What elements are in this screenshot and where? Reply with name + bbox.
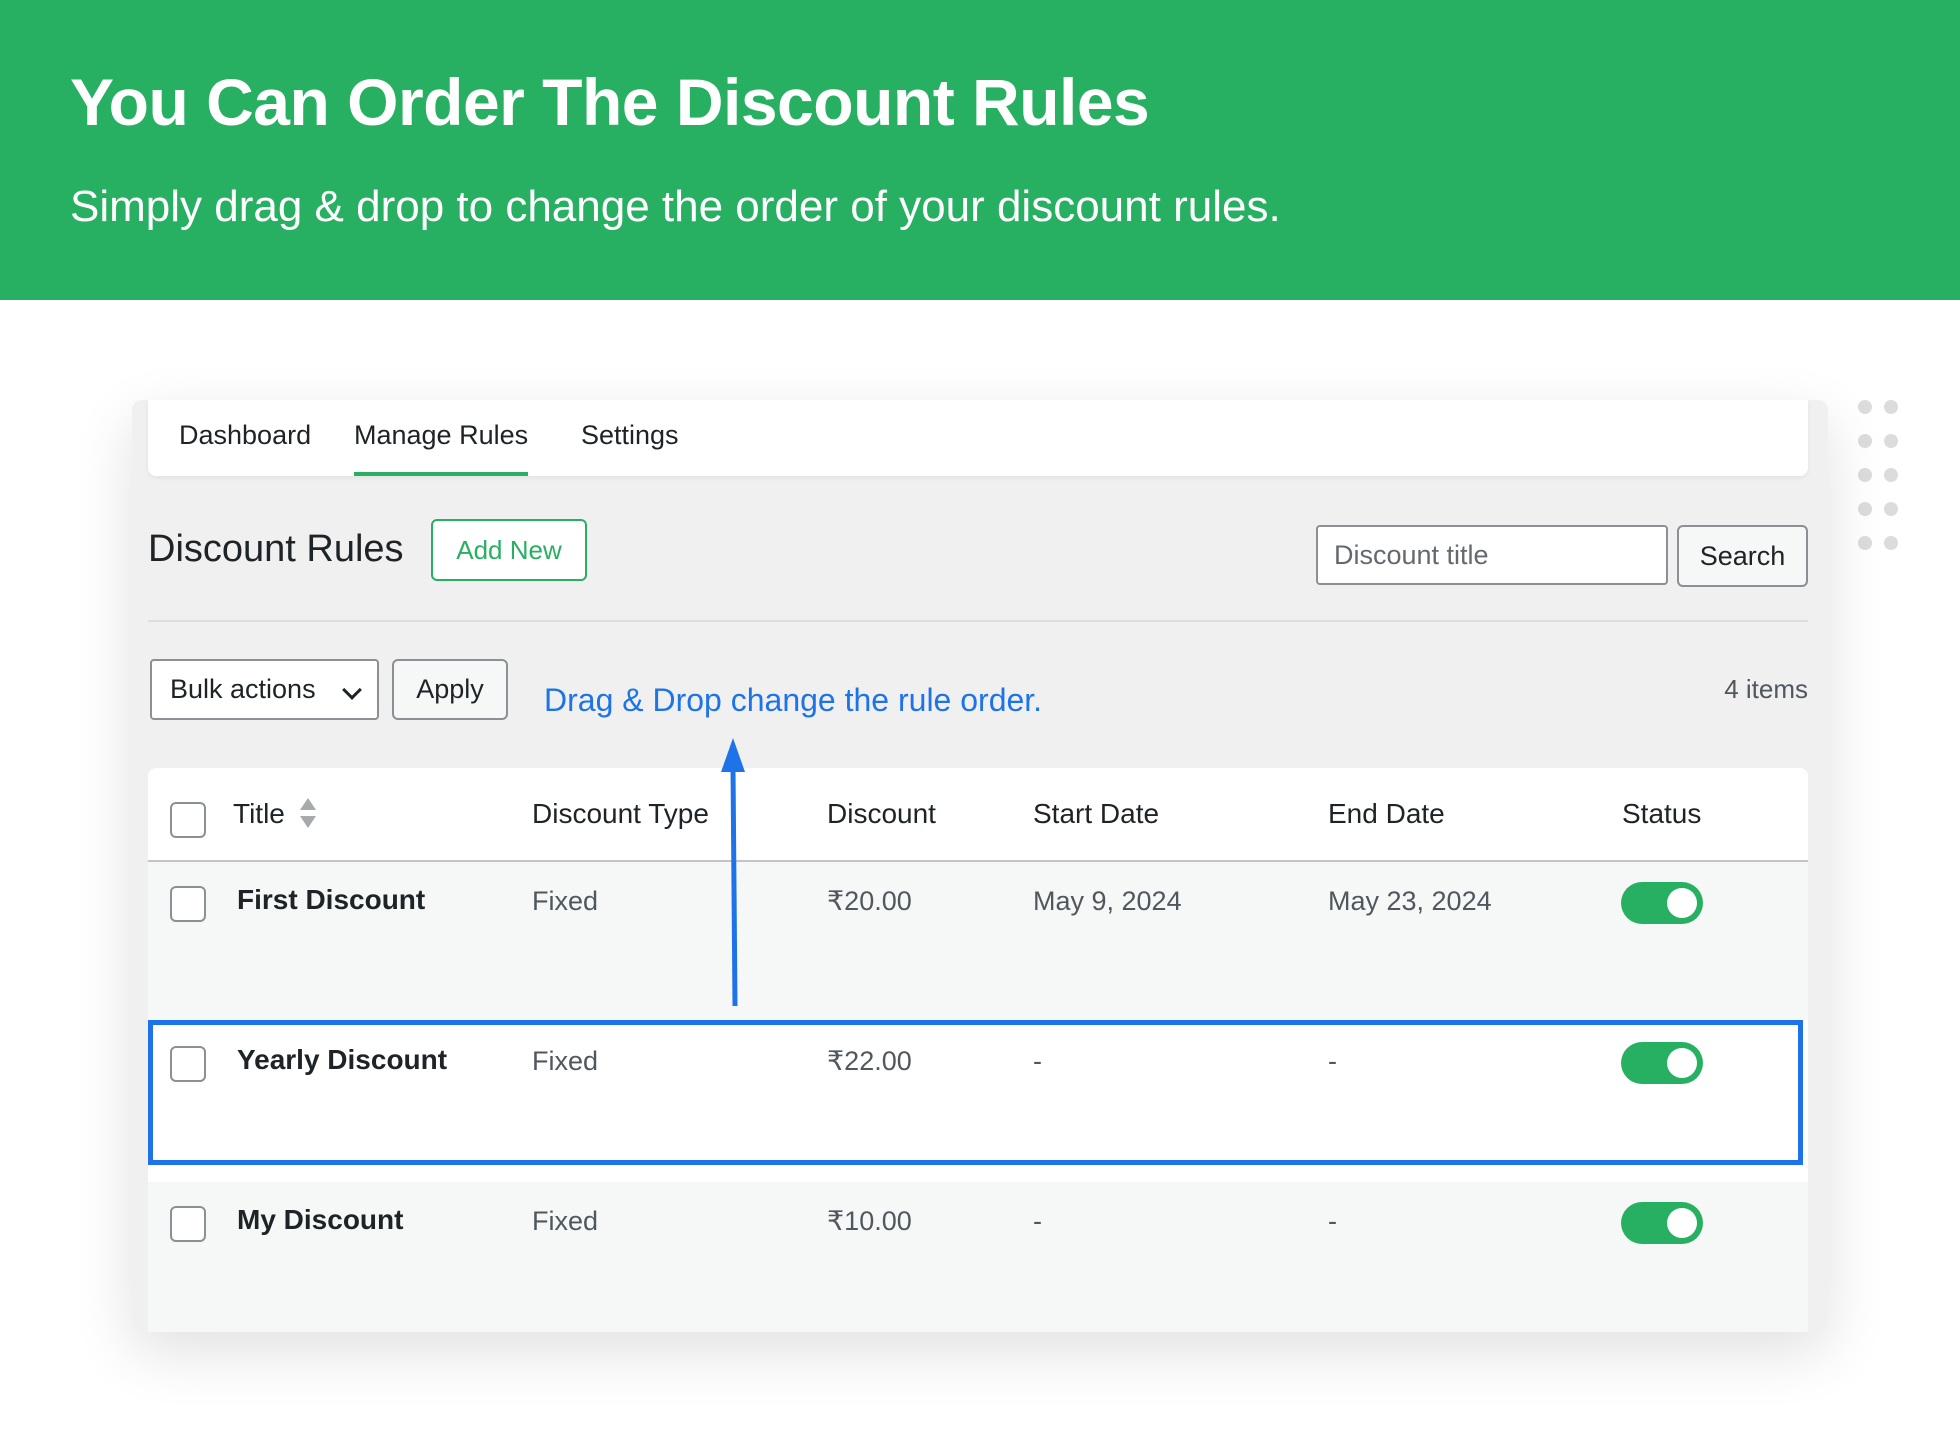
drag-arrow-icon: [721, 738, 745, 1007]
